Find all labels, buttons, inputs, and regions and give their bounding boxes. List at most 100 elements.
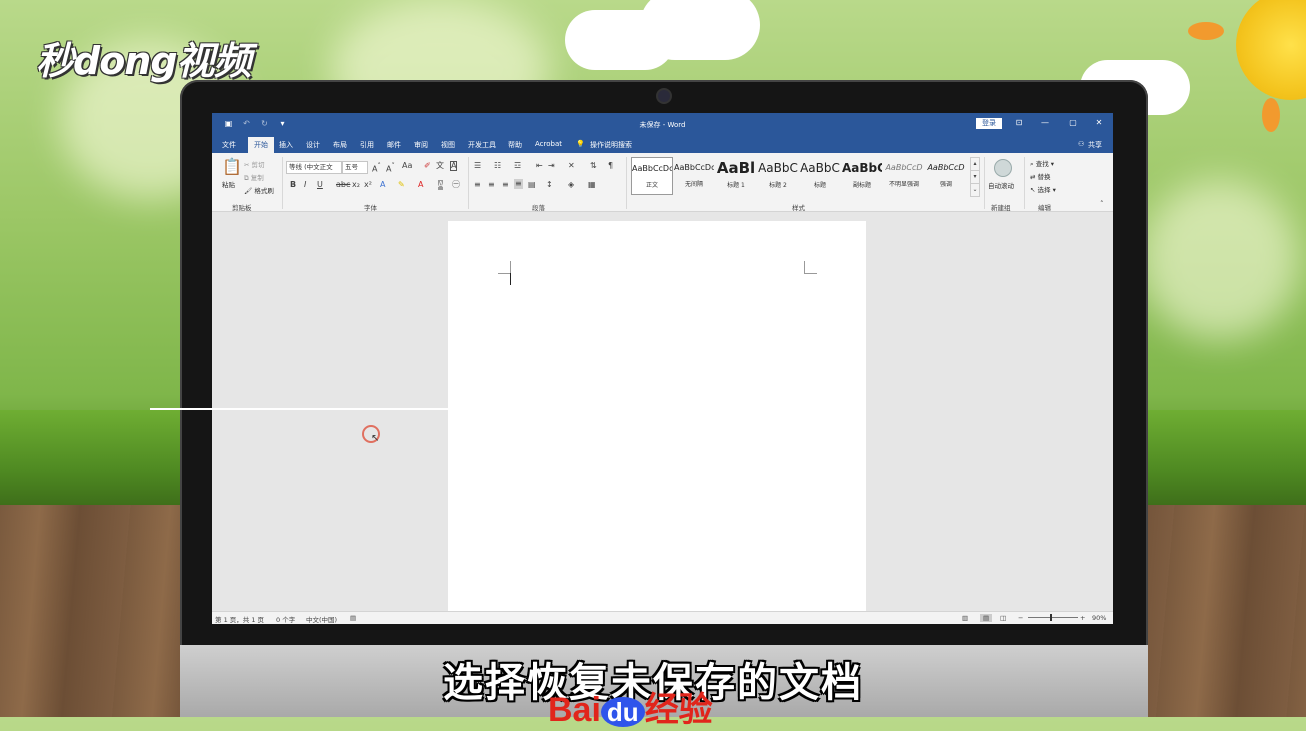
grow-font-icon[interactable]: A˄ <box>372 161 381 175</box>
increase-indent-icon[interactable]: ⇥ <box>548 161 555 171</box>
shading-icon[interactable]: ◈ <box>568 180 574 190</box>
language-status[interactable]: 中文(中国) <box>306 614 337 624</box>
bold-icon[interactable]: B <box>290 180 296 190</box>
tab-acrobat[interactable]: Acrobat <box>535 140 562 148</box>
align-left-icon[interactable]: ≡ <box>474 180 481 190</box>
char-shading-icon[interactable]: A <box>438 180 444 190</box>
justify-icon[interactable]: ≡ <box>514 179 523 189</box>
styles-scroll-down-icon[interactable]: ▾ <box>970 170 980 184</box>
brand-logo: 秒dong视频 <box>36 39 252 83</box>
phonetic-icon[interactable]: 文 <box>436 161 444 171</box>
shrink-font-icon[interactable]: A˅ <box>386 161 395 175</box>
style-subtitle[interactable]: AaBbC 副标题 <box>842 157 882 193</box>
web-layout-icon[interactable]: ◫ <box>1000 614 1006 622</box>
underline-icon[interactable]: U <box>317 180 323 190</box>
tab-view[interactable]: 视图 <box>441 140 455 150</box>
close-button[interactable]: ✕ <box>1092 118 1106 127</box>
collapse-ribbon-icon[interactable]: ˄ <box>1100 199 1104 209</box>
tab-developer[interactable]: 开发工具 <box>468 140 496 150</box>
styles-scroll-up-icon[interactable]: ▴ <box>970 157 980 171</box>
paste-icon[interactable]: 📋 <box>222 159 242 175</box>
mouse-pointer-icon: ↖ <box>371 433 380 444</box>
text-effects-icon[interactable]: A <box>380 180 385 190</box>
style-heading-1[interactable]: AaBl 标题 1 <box>716 157 756 193</box>
tab-home[interactable]: 开始 <box>248 137 274 154</box>
clear-format-icon[interactable]: ✐ <box>424 161 431 171</box>
distribute-icon[interactable]: ▤ <box>528 180 536 190</box>
enclose-char-icon[interactable]: ㊀ <box>452 180 460 190</box>
paste-button[interactable]: 粘贴 <box>222 179 235 189</box>
zoom-slider[interactable] <box>1028 617 1078 618</box>
zoom-in-icon[interactable]: + <box>1080 614 1085 622</box>
print-layout-icon[interactable]: ▤ <box>980 614 993 622</box>
font-name-combo[interactable]: 等线 (中文正文 <box>286 161 342 174</box>
line-spacing-icon[interactable]: ↕ <box>546 180 553 190</box>
decrease-indent-icon[interactable]: ⇤ <box>536 161 543 171</box>
style-subtle-emphasis[interactable]: AaBbCcD 不明显强调 <box>884 157 924 193</box>
word-count[interactable]: 0 个字 <box>276 614 295 624</box>
auto-scroll-icon[interactable] <box>994 159 1012 177</box>
scissors-icon: ✂ <box>244 161 250 169</box>
share-button[interactable]: 共享 <box>1088 140 1102 150</box>
status-bar: 第 1 页，共 1 页 0 个字 中文(中国) ▤ ▥ ▤ ◫ − + 90% <box>212 611 1113 624</box>
login-button[interactable]: 登录 <box>976 118 1002 129</box>
cut-button[interactable]: ✂ 剪切 <box>244 159 265 169</box>
strikethrough-icon[interactable]: abc <box>336 180 350 190</box>
sort-icon[interactable]: ⇅ <box>590 161 597 171</box>
format-painter-button[interactable]: 🖌 格式刷 <box>244 185 274 195</box>
auto-scroll-button[interactable]: 自动滚动 <box>988 180 1014 190</box>
superscript-icon[interactable]: x² <box>364 180 372 190</box>
baidu-jingyan-watermark: Bai du 经验 <box>548 691 713 729</box>
show-marks-icon[interactable]: ¶ <box>608 161 613 171</box>
styles-more-icon[interactable]: ⌄ <box>970 183 980 197</box>
ribbon-display-icon[interactable]: ⊡ <box>1012 118 1026 127</box>
tab-layout[interactable]: 布局 <box>333 140 347 150</box>
tab-references[interactable]: 引用 <box>360 140 374 150</box>
select-button[interactable]: ↖ 选择 ▾ <box>1030 184 1056 194</box>
subscript-icon[interactable]: x₂ <box>352 180 360 190</box>
font-color-icon[interactable]: A <box>418 180 423 190</box>
font-size-combo[interactable]: 五号 <box>342 161 368 174</box>
find-button[interactable]: ⌕ 查找 ▾ <box>1030 158 1054 169</box>
tab-mailings[interactable]: 邮件 <box>387 140 401 150</box>
zoom-out-icon[interactable]: − <box>1018 614 1023 622</box>
style-normal[interactable]: AaBbCcDc 正文 <box>631 157 673 195</box>
tell-me-search[interactable]: 操作说明搜索 <box>590 140 632 150</box>
tab-review[interactable]: 审阅 <box>414 140 428 150</box>
change-case-icon[interactable]: Aa <box>402 161 412 171</box>
char-border-icon[interactable]: A <box>450 161 458 171</box>
numbering-icon[interactable]: ☷ <box>494 161 501 171</box>
style-heading-2[interactable]: AaBbC 标题 2 <box>758 157 798 193</box>
style-emphasis[interactable]: AaBbCcD 强调 <box>926 157 966 193</box>
chinese-layout-icon[interactable]: ✕ <box>568 161 575 171</box>
replace-icon: ⇄ <box>1030 173 1036 181</box>
clipboard-group-label: 剪贴板 <box>232 204 252 212</box>
font-group-label: 字体 <box>364 204 377 212</box>
read-mode-icon[interactable]: ▥ <box>962 614 968 622</box>
paragraph-group-label: 段落 <box>532 204 545 212</box>
style-title[interactable]: AaBbC 标题 <box>800 157 840 193</box>
tab-insert[interactable]: 插入 <box>279 140 293 150</box>
tab-file[interactable]: 文件 <box>222 140 236 150</box>
restore-button[interactable]: ▢ <box>1066 118 1080 127</box>
bullets-icon[interactable]: ☰ <box>474 161 481 171</box>
highlight-icon[interactable]: ✎ <box>398 180 405 190</box>
italic-icon[interactable]: I <box>304 180 306 190</box>
minimize-button[interactable]: — <box>1038 118 1052 127</box>
macro-icon[interactable]: ▤ <box>350 614 356 622</box>
replace-button[interactable]: ⇄ 替换 <box>1030 171 1051 181</box>
style-no-spacing[interactable]: AaBbCcDc 无间隔 <box>674 157 714 193</box>
document-page[interactable] <box>448 221 866 621</box>
tab-help[interactable]: 帮助 <box>508 140 522 150</box>
zoom-slider-thumb[interactable] <box>1050 614 1052 621</box>
borders-icon[interactable]: ▦ <box>588 180 596 190</box>
tab-design[interactable]: 设计 <box>306 140 320 150</box>
title-bar: ▣ ↶ ↻ ▾ 未保存 - Word 登录 ⊡ — ▢ ✕ <box>212 113 1113 135</box>
zoom-level[interactable]: 90% <box>1092 614 1106 622</box>
align-right-icon[interactable]: ≡ <box>502 180 509 190</box>
align-center-icon[interactable]: ≡ <box>488 180 495 190</box>
page-count[interactable]: 第 1 页，共 1 页 <box>215 614 264 624</box>
person-icon[interactable]: ⚇ <box>1078 140 1084 148</box>
multilevel-icon[interactable]: ☲ <box>514 161 521 171</box>
copy-button[interactable]: ⧉ 复制 <box>244 172 264 183</box>
